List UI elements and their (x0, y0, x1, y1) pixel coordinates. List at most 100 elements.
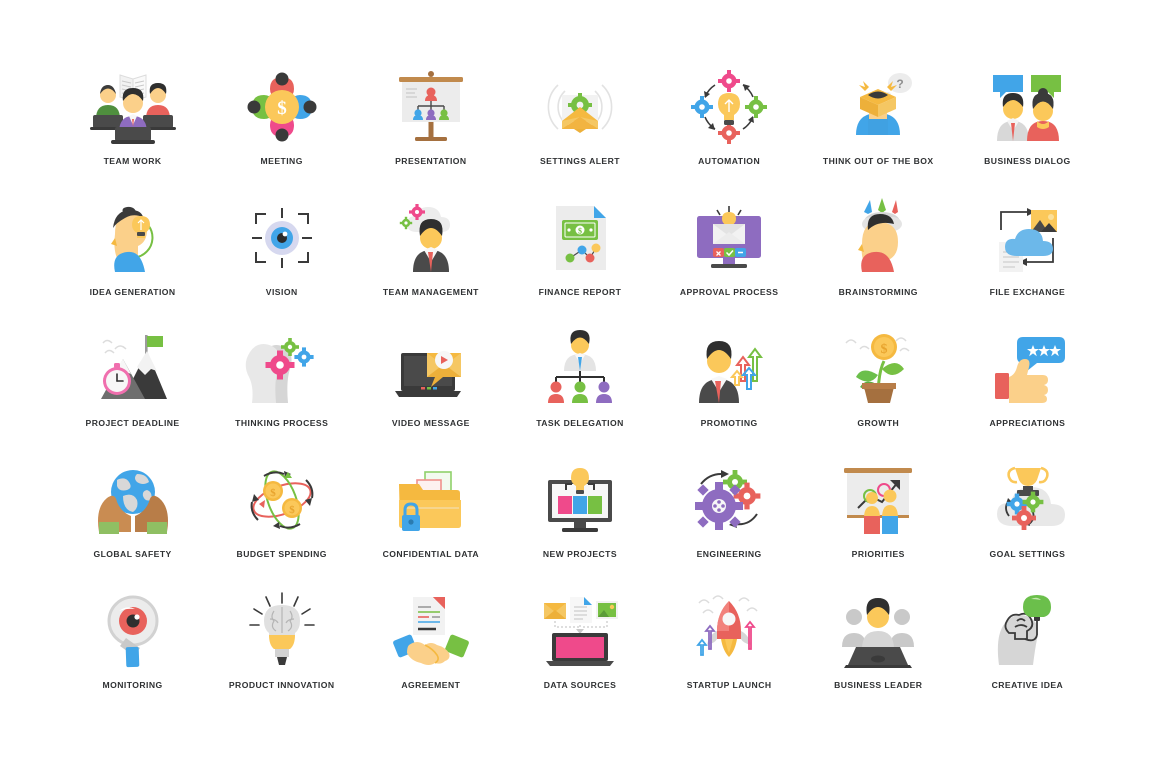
icon-cell-idea-generation[interactable]: IDEA GENERATION (58, 193, 207, 324)
svg-text:$: $ (881, 342, 888, 357)
icon-cell-business-leader[interactable]: BUSINESS LEADER (804, 586, 953, 717)
icon-cell-project-deadline[interactable]: PROJECT DEADLINE (58, 324, 207, 455)
appreciations-icon (979, 326, 1075, 412)
icon-cell-product-innovation[interactable]: PRODUCT INNOVATION (207, 586, 356, 717)
business-dialog-icon (979, 64, 1075, 150)
icon-cell-promoting[interactable]: PROMOTING (655, 324, 804, 455)
data-sources-icon (532, 588, 628, 674)
icon-cell-video-message[interactable]: VIDEO MESSAGE (356, 324, 505, 455)
approval-process-icon (681, 195, 777, 281)
icon-cell-team-management[interactable]: TEAM MANAGEMENT (356, 193, 505, 324)
icon-label: STARTUP LAUNCH (686, 680, 772, 690)
settings-alert-icon (532, 64, 628, 150)
meeting-icon: $ (234, 64, 330, 150)
icon-cell-thinking-process[interactable]: THINKING PROCESS (207, 324, 356, 455)
icon-label: BUSINESS LEADER (834, 680, 923, 690)
agreement-icon (383, 588, 479, 674)
svg-text:$: $ (289, 504, 295, 516)
video-message-icon (383, 326, 479, 412)
creative-idea-icon (979, 588, 1075, 674)
icon-label: PRESENTATION (395, 156, 467, 166)
icon-cell-agreement[interactable]: AGREEMENT (356, 586, 505, 717)
team-work-icon (85, 64, 181, 150)
icon-cell-presentation[interactable]: PRESENTATION (356, 62, 505, 193)
icon-cell-monitoring[interactable]: MONITORING (58, 586, 207, 717)
icon-label: APPRECIATIONS (989, 418, 1066, 428)
icon-cell-vision[interactable]: VISION (207, 193, 356, 324)
icon-cell-goal-settings[interactable]: GOAL SETTINGS (953, 455, 1102, 586)
icon-cell-brainstorming[interactable]: BRAINSTORMING (804, 193, 953, 324)
icon-label: CREATIVE IDEA (991, 680, 1064, 690)
project-deadline-icon (85, 326, 181, 412)
icon-cell-engineering[interactable]: ENGINEERING (655, 455, 804, 586)
icon-label: PROJECT DEADLINE (85, 418, 180, 428)
icon-label: AUTOMATION (698, 156, 761, 166)
icon-cell-confidential-data[interactable]: CONFIDENTIAL DATA (356, 455, 505, 586)
icon-cell-meeting[interactable]: $ MEETING (207, 62, 356, 193)
think-out-of-the-box-icon: ? (830, 64, 926, 150)
engineering-icon (681, 457, 777, 543)
file-exchange-icon (979, 195, 1075, 281)
icon-label: THINKING PROCESS (235, 418, 329, 428)
presentation-icon (383, 64, 479, 150)
icon-label: TEAM MANAGEMENT (382, 287, 479, 297)
finance-report-icon: $ (532, 195, 628, 281)
icon-label: PRODUCT INNOVATION (228, 680, 335, 690)
icon-label: MEETING (260, 156, 303, 166)
icon-cell-business-dialog[interactable]: BUSINESS DIALOG (953, 62, 1102, 193)
icon-label: TEAM WORK (103, 156, 162, 166)
icon-label: APPROVAL PROCESS (679, 287, 779, 297)
automation-icon (681, 64, 777, 150)
icon-label: GOAL SETTINGS (989, 549, 1066, 559)
growth-icon: $ (830, 326, 926, 412)
team-management-icon (383, 195, 479, 281)
icon-cell-creative-idea[interactable]: CREATIVE IDEA (953, 586, 1102, 717)
icon-cell-file-exchange[interactable]: FILE EXCHANGE (953, 193, 1102, 324)
global-safety-icon (85, 457, 181, 543)
svg-text:?: ? (897, 77, 904, 91)
icon-label: VIDEO MESSAGE (391, 418, 470, 428)
icon-cell-new-projects[interactable]: NEW PROJECTS (505, 455, 654, 586)
icon-cell-automation[interactable]: AUTOMATION (655, 62, 804, 193)
icon-label: DATA SOURCES (543, 680, 617, 690)
svg-text:$: $ (578, 227, 582, 236)
icon-cell-settings-alert[interactable]: SETTINGS ALERT (505, 62, 654, 193)
icon-label: THINK OUT OF THE BOX (822, 156, 934, 166)
svg-text:$: $ (277, 98, 287, 119)
new-projects-icon (532, 457, 628, 543)
icon-label: PROMOTING (700, 418, 758, 428)
icon-cell-budget-spending[interactable]: $ $ BUDGET SPENDING (207, 455, 356, 586)
icon-cell-startup-launch[interactable]: STARTUP LAUNCH (655, 586, 804, 717)
icon-cell-team-work[interactable]: TEAM WORK (58, 62, 207, 193)
icon-grid: TEAM WORK $ MEETING PRESENTATION SETTING… (58, 62, 1102, 717)
icon-cell-finance-report[interactable]: $ FINANCE REPORT (505, 193, 654, 324)
goal-settings-icon (979, 457, 1075, 543)
icon-label: NEW PROJECTS (542, 549, 618, 559)
priorities-icon (830, 457, 926, 543)
icon-label: GLOBAL SAFETY (93, 549, 172, 559)
vision-icon (234, 195, 330, 281)
startup-launch-icon (681, 588, 777, 674)
icon-cell-think-out-of-box[interactable]: ? THINK OUT OF THE BOX (804, 62, 953, 193)
icon-cell-task-delegation[interactable]: TASK DELEGATION (505, 324, 654, 455)
icon-label: CONFIDENTIAL DATA (382, 549, 480, 559)
icon-cell-approval-process[interactable]: APPROVAL PROCESS (655, 193, 804, 324)
icon-cell-growth[interactable]: $ GROWTH (804, 324, 953, 455)
icon-cell-data-sources[interactable]: DATA SOURCES (505, 586, 654, 717)
thinking-process-icon (234, 326, 330, 412)
icon-cell-appreciations[interactable]: APPRECIATIONS (953, 324, 1102, 455)
icon-label: PRIORITIES (851, 549, 905, 559)
budget-spending-icon: $ $ (234, 457, 330, 543)
icon-label: SETTINGS ALERT (539, 156, 620, 166)
icon-label: MONITORING (102, 680, 163, 690)
icon-cell-global-safety[interactable]: GLOBAL SAFETY (58, 455, 207, 586)
icon-label: GROWTH (857, 418, 900, 428)
icon-label: AGREEMENT (401, 680, 461, 690)
product-innovation-icon (234, 588, 330, 674)
svg-text:$: $ (270, 487, 276, 499)
brainstorming-icon (830, 195, 926, 281)
icon-label: BUSINESS DIALOG (984, 156, 1071, 166)
icon-label: TASK DELEGATION (536, 418, 624, 428)
confidential-data-icon (383, 457, 479, 543)
icon-cell-priorities[interactable]: PRIORITIES (804, 455, 953, 586)
